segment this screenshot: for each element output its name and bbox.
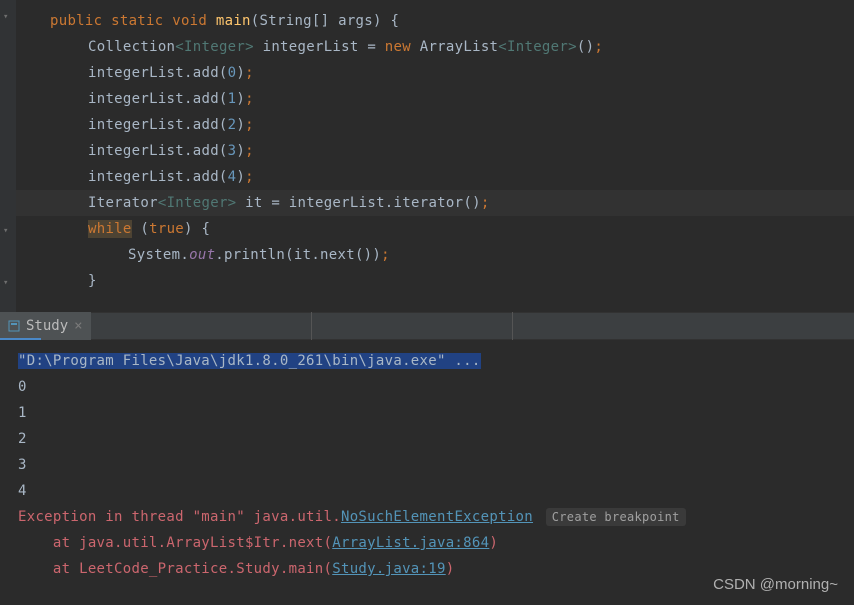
run-tab-study[interactable]: Study ×: [0, 312, 91, 340]
code-line[interactable]: integerList.add(0);: [0, 60, 854, 86]
code-line[interactable]: integerList.add(3);: [0, 138, 854, 164]
separator: [311, 312, 312, 340]
run-tab-bar: Study ×: [0, 312, 854, 340]
code-line[interactable]: public static void main(String[] args) {: [0, 8, 854, 34]
code-line[interactable]: integerList.add(4);: [0, 164, 854, 190]
console-exception: Exception in thread "main" java.util.NoS…: [18, 504, 836, 530]
editor-gutter: ▾ ▾ ▾: [0, 0, 16, 312]
code-editor[interactable]: public static void main(String[] args) {…: [0, 0, 854, 312]
source-link[interactable]: Study.java:19: [332, 561, 445, 577]
gutter-override-icon: ▾: [3, 278, 13, 288]
exception-link[interactable]: NoSuchElementException: [341, 509, 533, 525]
console-output[interactable]: "D:\Program Files\Java\jdk1.8.0_261\bin\…: [0, 340, 854, 605]
console-stdout: 2: [18, 426, 836, 452]
source-link[interactable]: ArrayList.java:864: [332, 535, 489, 551]
tab-active-indicator: [0, 338, 41, 340]
gutter-override-icon: ▾: [3, 12, 13, 22]
code-line[interactable]: }: [0, 268, 854, 294]
code-line[interactable]: while (true) {: [0, 216, 854, 242]
code-line[interactable]: Collection<Integer> integerList = new Ar…: [0, 34, 854, 60]
close-icon[interactable]: ×: [74, 318, 82, 334]
code-line[interactable]: integerList.add(2);: [0, 112, 854, 138]
create-breakpoint-button[interactable]: Create breakpoint: [546, 508, 686, 526]
code-line[interactable]: System.out.println(it.next());: [0, 242, 854, 268]
tab-label: Study: [26, 318, 68, 334]
run-config-icon: [8, 320, 20, 332]
watermark: CSDN @morning~: [713, 576, 838, 593]
console-stdout: 4: [18, 478, 836, 504]
separator: [512, 312, 513, 340]
console-stdout: 3: [18, 452, 836, 478]
code-line[interactable]: integerList.add(1);: [0, 86, 854, 112]
console-stdout: 0: [18, 374, 836, 400]
console-stdout: 1: [18, 400, 836, 426]
code-line-current[interactable]: Iterator<Integer> it = integerList.itera…: [0, 190, 854, 216]
console-stacktrace: at java.util.ArrayList$Itr.next(ArrayLis…: [18, 530, 836, 556]
gutter-override-icon: ▾: [3, 226, 13, 236]
console-command: "D:\Program Files\Java\jdk1.8.0_261\bin\…: [18, 348, 836, 374]
